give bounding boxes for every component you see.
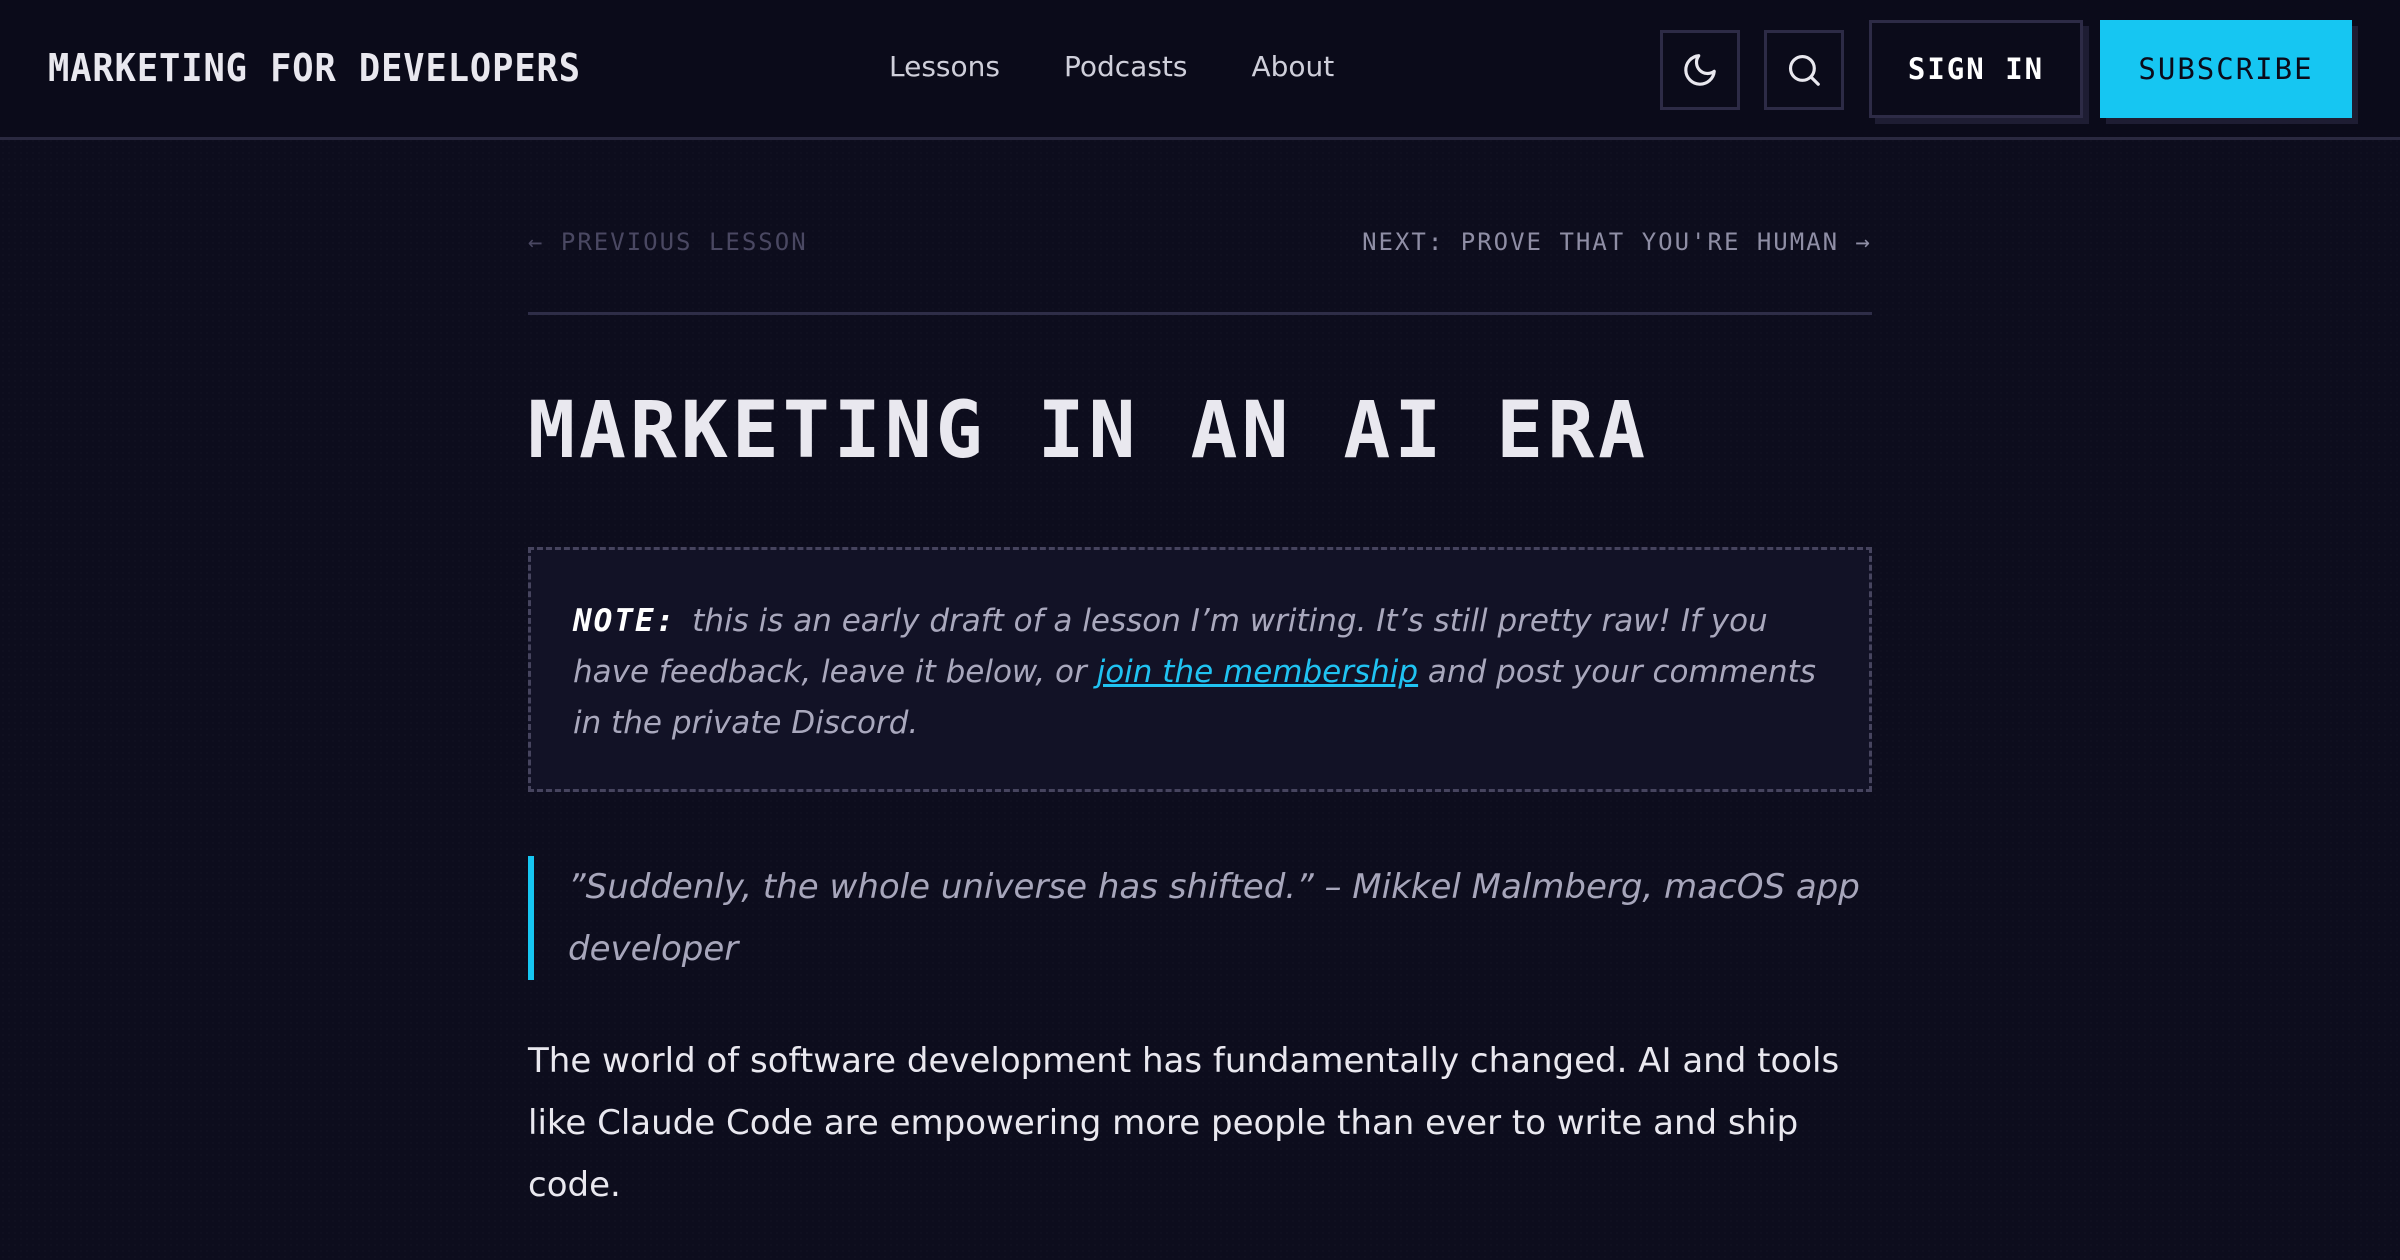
next-lesson-link[interactable]: NEXT: PROVE THAT YOU'RE HUMAN →	[1362, 228, 1872, 256]
moon-icon	[1684, 54, 1716, 86]
search-button[interactable]	[1764, 30, 1844, 110]
sign-in-button[interactable]: SIGN IN	[1869, 20, 2083, 118]
draft-note-box: NOTE: this is an early draft of a lesson…	[528, 547, 1872, 792]
lesson-navigation: ← PREVIOUS LESSON NEXT: PROVE THAT YOU'R…	[528, 222, 1872, 315]
site-header: MARKETING FOR DEVELOPERS Lessons Podcast…	[0, 0, 2400, 140]
page-title: MARKETING IN AN AI ERA	[528, 386, 1650, 476]
nav-item-podcasts[interactable]: Podcasts	[1064, 50, 1188, 83]
nav-item-about[interactable]: About	[1251, 50, 1334, 83]
theme-toggle-button[interactable]	[1660, 30, 1740, 110]
article-paragraph: The world of software development has fu…	[528, 1041, 1840, 1205]
site-logo[interactable]: MARKETING FOR DEVELOPERS	[48, 46, 581, 90]
pull-quote: ”Suddenly, the whole universe has shifte…	[528, 856, 1872, 980]
previous-lesson-link[interactable]: ← PREVIOUS LESSON	[528, 228, 808, 256]
join-membership-link[interactable]: join the membership	[1097, 654, 1418, 690]
subscribe-button[interactable]: SUBSCRIBE	[2100, 20, 2352, 118]
nav-item-lessons[interactable]: Lessons	[889, 50, 1000, 83]
note-label: NOTE:	[573, 603, 677, 639]
main-nav: Lessons Podcasts About	[889, 50, 1334, 83]
search-icon	[1788, 54, 1820, 86]
